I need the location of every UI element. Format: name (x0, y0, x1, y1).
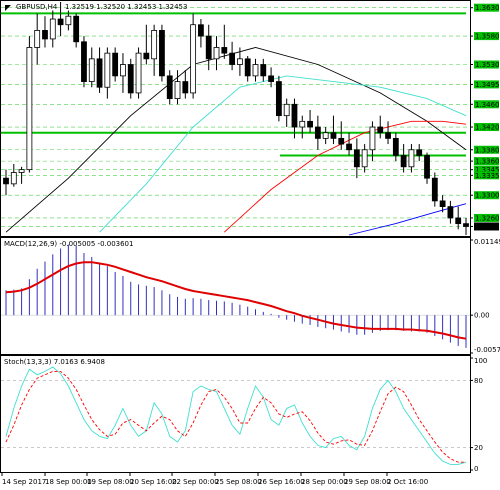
time-tick-label: 22 Sep 00:00 (172, 478, 219, 486)
stoch-label: Stoch(13,3,3) 7.0163 6.9408 (4, 358, 105, 366)
time-tick-label: 26 Sep 16:00 (258, 478, 305, 486)
candle-body (182, 81, 189, 94)
candle-body (3, 177, 9, 185)
candle-body (439, 200, 446, 207)
candle-body (346, 143, 352, 151)
candle-body (81, 41, 87, 82)
candle-body (190, 24, 197, 94)
candle-body (322, 132, 329, 139)
price-tag-label: 1.3245 (475, 223, 500, 231)
candle-body (275, 81, 282, 117)
candle-body (236, 58, 243, 65)
stoch-tick-label: 20 (474, 444, 483, 452)
candle-body (65, 15, 72, 26)
candle-body (143, 52, 150, 60)
candle-body (96, 58, 103, 88)
macd-panel[interactable] (0, 237, 471, 355)
candle-body (416, 149, 423, 156)
price-tag-label: 1.3300 (475, 192, 500, 200)
candle-body (353, 149, 360, 168)
candle-body (408, 149, 415, 168)
price-tag-label: 1.3530 (475, 61, 500, 69)
candle-body (268, 75, 274, 82)
candle-body (291, 103, 298, 128)
time-tick-label: 14 Sep 2017 (2, 478, 46, 486)
price-tag-label: 1.3335 (475, 172, 500, 180)
candle-body (447, 206, 454, 219)
time-tick-label: 18 Sep 00:00 (45, 478, 92, 486)
trading-chart[interactable]: 1.3630 1.3580 1.3530 1.3495 1.3460 1.3420 1.33… (0, 0, 500, 490)
stoch-panel[interactable] (0, 355, 471, 473)
price-tag-label: 1.3580 (475, 33, 500, 41)
candle-body (361, 149, 368, 168)
price-tag-label: 1.3495 (475, 81, 500, 89)
candle-body (369, 126, 376, 151)
candle-body (135, 52, 142, 94)
candle-body (10, 172, 17, 185)
time-tick-label: 2 Oct 16:00 (387, 478, 428, 486)
candle-body (18, 169, 25, 173)
candle-body (120, 64, 126, 77)
candle-body (205, 35, 212, 60)
candle-body (213, 47, 220, 60)
candle-body (112, 52, 119, 77)
candle-body (73, 15, 80, 43)
candle-body (42, 30, 48, 40)
macd-tick-label: 0.00 (474, 312, 490, 320)
stoch-tick-label: 100 (474, 357, 487, 365)
time-tick-label: 28 Sep 00:00 (301, 478, 348, 486)
candle-body (244, 58, 251, 77)
stoch-tick-label: 0 (474, 465, 478, 473)
candle-body (260, 64, 267, 77)
price-tag-label: 1.3380 (475, 146, 500, 154)
time-tick-label: 19 Sep 08:00 (87, 478, 134, 486)
candle-body (252, 64, 259, 77)
price-tag-label: 1.3420 (475, 124, 500, 132)
candle-body (104, 52, 111, 88)
price-tag-label: 1.3260 (475, 214, 500, 222)
candle-body (392, 137, 399, 156)
time-tick-label: 20 Sep 16:00 (130, 478, 177, 486)
candle-body (174, 81, 181, 100)
candle-body (463, 223, 469, 227)
macd-tick-label: -0.00579 (474, 346, 500, 354)
candle-body (299, 120, 306, 128)
candle-body (400, 155, 407, 168)
candle-body (314, 126, 321, 139)
candle-body (307, 120, 313, 128)
time-tick-label: 29 Sep 08:00 (344, 478, 391, 486)
candle-body (377, 126, 384, 134)
macd-label: MACD(12,26,9) -0.005005 -0.003601 (4, 240, 133, 248)
candle-body (34, 30, 41, 48)
candle-body (229, 52, 236, 65)
candle-body (127, 64, 134, 94)
stoch-tick-label: 80 (474, 377, 483, 385)
price-tag-label: 1.3360 (475, 158, 500, 166)
symbol-label: GBPUSD,H4 (16, 3, 58, 11)
candle-body (198, 24, 204, 37)
candle-body (330, 132, 337, 139)
candle-body (159, 30, 165, 77)
macd-tick-label: 0.011495 (474, 238, 500, 246)
candle-body (338, 137, 345, 145)
candle-body (166, 75, 173, 100)
candle-body (431, 177, 438, 202)
candle-body (49, 18, 56, 40)
candle-body (385, 132, 391, 139)
candle-body (283, 103, 290, 117)
price-tag-label: 1.3460 (475, 101, 500, 109)
candle-body (221, 47, 228, 54)
candle-body (424, 155, 430, 179)
candle-body (88, 58, 95, 82)
candle-body (26, 47, 33, 171)
price-tag-label: 1.3630 (475, 4, 500, 12)
candle-body (151, 30, 158, 60)
ohlc-readout: 1.32519 1.32520 1.32453 1.32453 (65, 3, 187, 11)
candle-body (455, 217, 462, 225)
time-tick-label: 25 Sep 08:00 (215, 478, 262, 486)
candle-body (57, 18, 64, 26)
